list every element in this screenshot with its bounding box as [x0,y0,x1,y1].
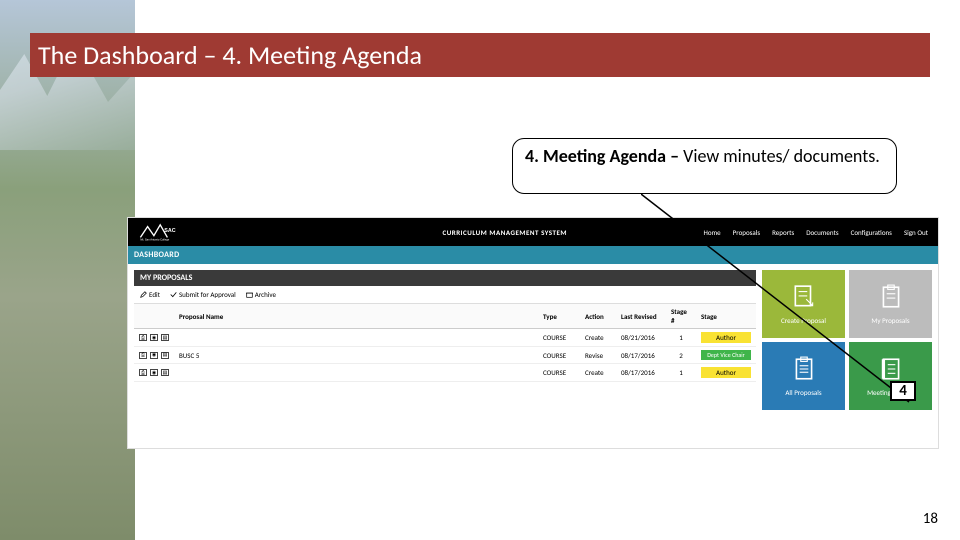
tile-label: All Proposals [785,388,821,397]
proposals-table: Proposal Name Type Action Last Revised S… [134,304,756,382]
col-icons [134,304,174,329]
app-screenshot: Mt. San Antonio College SAC CURRICULUM M… [128,218,938,448]
row-action-icons: ⎙◉▤ [139,334,169,341]
cell-date: 08/17/2016 [616,364,666,382]
proposals-toolbar: Edit Submit for Approval Archive [134,286,756,304]
doc-icon[interactable]: ▤ [161,334,169,341]
submit-label: Submit for Approval [179,290,236,299]
tile-label: My Proposals [871,316,909,325]
callout-bubble: 4. Meeting Agenda – View minutes/ docume… [512,138,897,194]
doc-icon[interactable]: ▤ [161,369,169,376]
view-icon[interactable]: ◉ [150,334,158,341]
table-row[interactable]: ⎙◉▤ COURSECreate08/17/20161Author [134,364,756,382]
nav-reports[interactable]: Reports [772,228,794,237]
tile-all-proposals[interactable]: All Proposals [762,342,845,410]
clipboard-list-icon [791,356,817,382]
notebook-icon [878,356,904,382]
archive-label: Archive [255,290,276,299]
document-edit-icon [791,284,817,310]
cell-stage: Author [696,364,756,382]
cell-action: Revise [580,347,616,364]
system-title: CURRICULUM MANAGEMENT SYSTEM [443,228,568,237]
top-nav: Home Proposals Reports Documents Configu… [704,228,928,237]
row-action-icons: ⎙◉▤ [139,352,169,359]
nav-documents[interactable]: Documents [806,228,838,237]
cell-name [174,329,538,347]
cell-type: COURSE [538,347,580,364]
nav-home[interactable]: Home [704,228,721,237]
nav-proposals[interactable]: Proposals [733,228,760,237]
brand-logo: Mt. San Antonio College SAC [138,223,186,241]
slide-title: The Dashboard – 4. Meeting Agenda [38,39,422,71]
nav-configurations[interactable]: Configurations [851,228,892,237]
cell-stage: Dept Vice Chair [696,347,756,364]
cell-stage-num: 2 [666,347,696,364]
pencil-icon [140,291,147,298]
view-icon[interactable]: ◉ [150,369,158,376]
col-stage-num: Stage # [666,304,696,329]
submit-button[interactable]: Submit for Approval [170,290,236,299]
row-action-icons: ⎙◉▤ [139,369,169,376]
col-action: Action [580,304,616,329]
edit-button[interactable]: Edit [140,290,160,299]
cell-date: 08/21/2016 [616,329,666,347]
cell-stage-num: 1 [666,329,696,347]
edit-label: Edit [149,290,160,299]
dashboard-bar: DASHBOARD [128,246,938,264]
table-body: ⎙◉▤COURSECreate08/21/20161Author⎙◉▤BUSC … [134,329,756,382]
view-icon[interactable]: ◉ [150,352,158,359]
slide-title-bar: The Dashboard – 4. Meeting Agenda [30,33,930,77]
cell-name: BUSC 5 [174,347,538,364]
tiles-panel: Create Proposal My Proposals All Proposa… [762,270,932,442]
cell-action: Create [580,364,616,382]
mtsac-logo-icon: Mt. San Antonio College SAC [138,223,186,241]
svg-text:SAC: SAC [164,228,175,234]
table-row[interactable]: ⎙◉▤ BUSC 5COURSERevise08/17/20162Dept Vic… [134,347,756,364]
col-name: Proposal Name [174,304,538,329]
app-content: MY PROPOSALS Edit Submit for Approval Ar… [128,264,938,448]
print-icon[interactable]: ⎙ [139,369,147,376]
slide: The Dashboard – 4. Meeting Agenda 4. Mee… [0,0,960,540]
clipboard-icon [878,284,904,310]
print-icon[interactable]: ⎙ [139,352,147,359]
col-stage: Stage [696,304,756,329]
nav-signout[interactable]: Sign Out [904,228,928,237]
dashboard-label: DASHBOARD [134,250,179,260]
cell-name [174,364,538,382]
my-proposals-panel: MY PROPOSALS Edit Submit for Approval Ar… [134,270,756,442]
callout-number: 4 [899,382,907,400]
cell-type: COURSE [538,364,580,382]
print-icon[interactable]: ⎙ [139,334,147,341]
tile-row-1: Create Proposal My Proposals [762,270,932,338]
cell-stage-num: 1 [666,364,696,382]
app-header: Mt. San Antonio College SAC CURRICULUM M… [128,218,938,246]
table-header-row: Proposal Name Type Action Last Revised S… [134,304,756,329]
doc-icon[interactable]: ▤ [161,352,169,359]
cell-date: 08/17/2016 [616,347,666,364]
cell-action: Create [580,329,616,347]
check-icon [170,291,177,298]
table-row[interactable]: ⎙◉▤ COURSECreate08/21/20161Author [134,329,756,347]
col-type: Type [538,304,580,329]
my-proposals-header: MY PROPOSALS [134,270,756,286]
page-number: 18 [923,510,938,528]
tile-my-proposals[interactable]: My Proposals [849,270,932,338]
callout-bold: 4. Meeting Agenda – [525,145,683,167]
cell-type: COURSE [538,329,580,347]
col-revised: Last Revised [616,304,666,329]
callout-text: View minutes/ documents. [683,145,880,167]
archive-icon [246,291,253,298]
tile-create-proposal[interactable]: Create Proposal [762,270,845,338]
cell-stage: Author [696,329,756,347]
tile-label: Create Proposal [781,316,826,325]
archive-button[interactable]: Archive [246,290,276,299]
brand-sub: Mt. San Antonio College [140,238,169,241]
callout-number-box: 4 [890,381,916,401]
